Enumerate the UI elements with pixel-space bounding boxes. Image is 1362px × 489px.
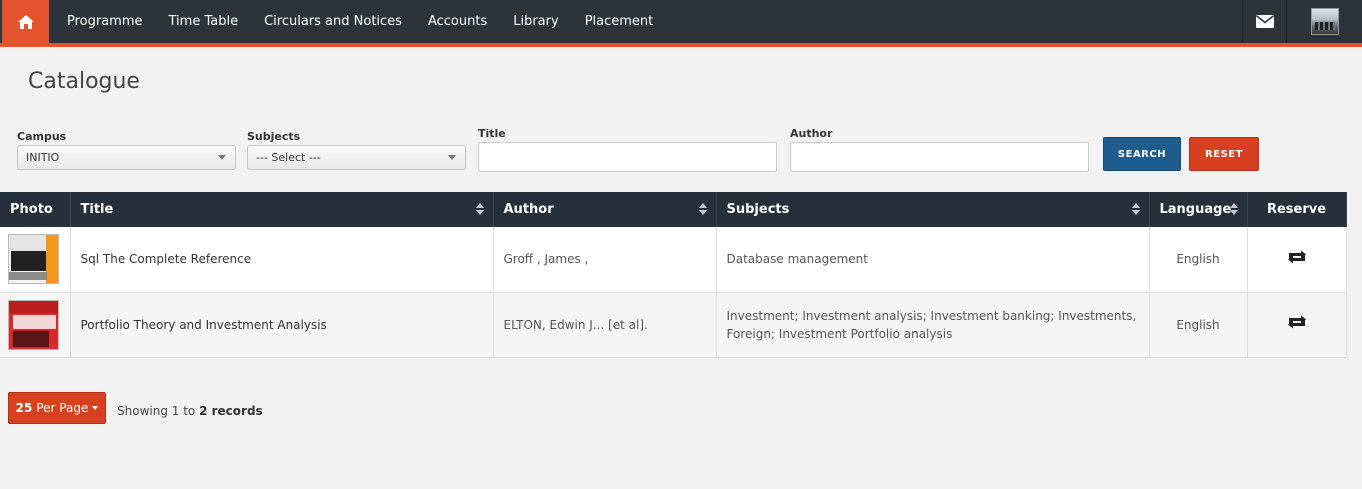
book-photo-cell [0, 227, 71, 293]
home-button[interactable] [2, 0, 49, 43]
header-language[interactable]: Language [1149, 192, 1248, 227]
campus-select-value: INITIO [26, 151, 60, 164]
avatar [1310, 8, 1339, 35]
messages-button[interactable] [1242, 0, 1286, 43]
book-author: ELTON, Edwin J... [et al]. [493, 292, 717, 358]
title-label: Title [478, 127, 506, 140]
book-cover-image [8, 234, 59, 285]
per-page-label: Per Page [36, 401, 89, 415]
nav-item-library[interactable]: Library [500, 0, 571, 43]
author-input[interactable] [790, 142, 1089, 172]
subjects-label: Subjects [247, 130, 301, 143]
table-header-row: Photo Title Author Subjects Language Res… [0, 192, 1347, 227]
book-title: Portfolio Theory and Investment Analysis [70, 292, 494, 358]
reserve-icon[interactable] [1287, 250, 1307, 264]
nav-right-tools [1242, 0, 1362, 43]
book-author: Groff , James , [493, 227, 717, 293]
book-subjects: Database management [716, 227, 1150, 293]
catalogue-table: Photo Title Author Subjects Language Res… [0, 192, 1347, 358]
book-language: English [1149, 292, 1248, 358]
records-summary: Showing 1 to 2 records [117, 404, 263, 418]
profile-button[interactable] [1286, 0, 1362, 43]
header-photo: Photo [0, 192, 71, 227]
reserve-icon[interactable] [1287, 315, 1307, 329]
chevron-down-icon [218, 155, 226, 160]
home-icon [17, 14, 34, 29]
campus-select[interactable]: INITIO [17, 145, 236, 170]
reset-button[interactable]: RESET [1189, 137, 1259, 171]
book-language: English [1149, 227, 1248, 293]
per-page-count: 25 [15, 401, 33, 415]
book-cover-image [8, 299, 59, 350]
nav-item-programme[interactable]: Programme [54, 0, 156, 43]
author-label: Author [790, 127, 833, 140]
header-author[interactable]: Author [493, 192, 717, 227]
search-button[interactable]: SEARCH [1103, 137, 1181, 171]
header-reserve: Reserve [1247, 192, 1347, 227]
envelope-icon [1255, 15, 1274, 28]
book-title: Sql The Complete Reference [70, 227, 494, 293]
sort-icon [698, 203, 707, 216]
header-subjects-label: Subjects [726, 202, 790, 217]
table-row: Sql The Complete Reference Groff , James… [0, 227, 1347, 293]
reserve-cell [1247, 227, 1347, 293]
sort-icon [1229, 203, 1238, 216]
title-input[interactable] [478, 142, 777, 172]
nav-item-circulars[interactable]: Circulars and Notices [251, 0, 415, 43]
header-subjects[interactable]: Subjects [716, 192, 1150, 227]
nav-item-accounts[interactable]: Accounts [415, 0, 500, 43]
header-language-label: Language [1159, 202, 1232, 217]
caret-down-icon [92, 406, 99, 410]
book-photo-cell [0, 292, 71, 358]
subjects-select-value: --- Select --- [256, 151, 321, 164]
nav-item-placement[interactable]: Placement [572, 0, 667, 43]
book-subjects: Investment; Investment analysis; Investm… [716, 292, 1150, 358]
records-summary-prefix: Showing 1 to [117, 404, 196, 418]
header-author-label: Author [503, 202, 554, 217]
top-navbar: Programme Time Table Circulars and Notic… [0, 0, 1362, 47]
campus-label: Campus [17, 130, 67, 143]
table-row: Portfolio Theory and Investment Analysis… [0, 292, 1347, 358]
records-summary-count: 2 records [199, 404, 263, 418]
reserve-cell [1247, 292, 1347, 358]
page-title: Catalogue [28, 69, 140, 94]
sort-icon [475, 203, 484, 216]
nav-item-time-table[interactable]: Time Table [156, 0, 252, 43]
chevron-down-icon [448, 155, 456, 160]
subjects-select[interactable]: --- Select --- [247, 145, 466, 170]
header-title[interactable]: Title [70, 192, 494, 227]
main-nav: Programme Time Table Circulars and Notic… [54, 0, 666, 43]
header-title-label: Title [80, 202, 114, 217]
per-page-dropdown[interactable]: 25 Per Page [8, 392, 106, 424]
sort-icon [1131, 203, 1140, 216]
